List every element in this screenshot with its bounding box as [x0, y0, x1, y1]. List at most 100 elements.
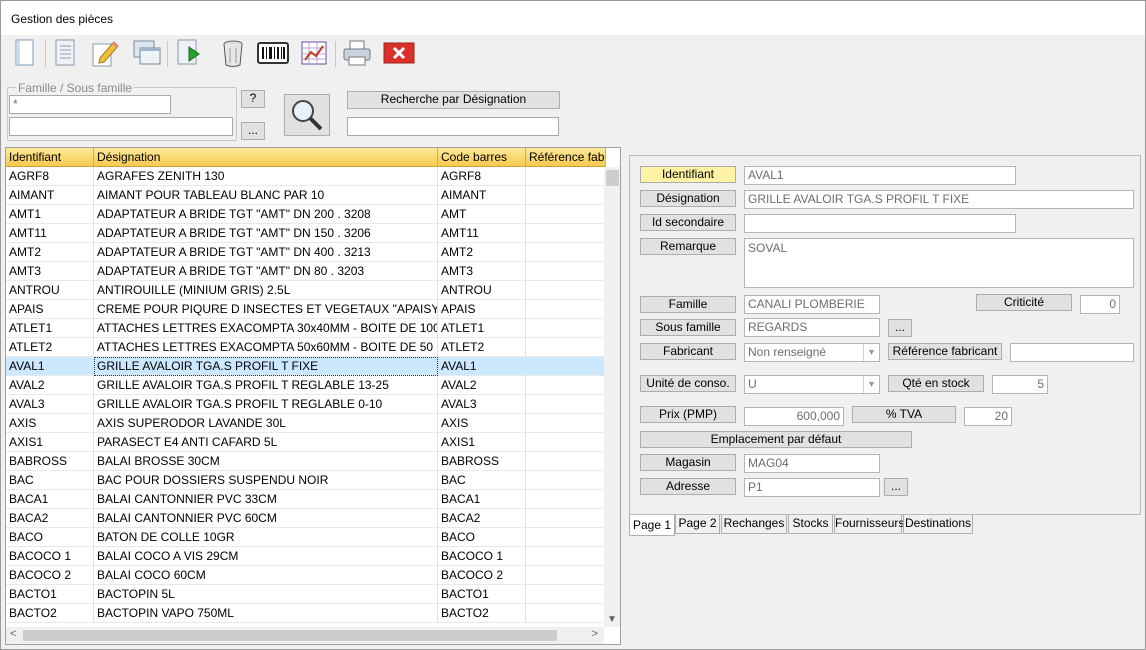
- cell-code-barres: AVAL1: [438, 357, 526, 376]
- table-row[interactable]: BABROSS BALAI BROSSE 30CM BABROSS: [6, 452, 606, 471]
- identifiant-label: Identifiant: [640, 166, 736, 183]
- cell-designation: BALAI CANTONNIER PVC 60CM: [94, 509, 438, 528]
- magasin-field[interactable]: MAG04: [744, 454, 880, 473]
- grid-edit-icon[interactable]: [299, 37, 331, 69]
- cell-designation: ATTACHES LETTRES EXACOMPTA 30x40MM - BOI…: [94, 319, 438, 338]
- cell-reference-fabricant: [526, 585, 606, 604]
- table-row[interactable]: BACTO1 BACTOPIN 5L BACTO1: [6, 585, 606, 604]
- id-secondaire-field[interactable]: [744, 214, 1016, 233]
- family-legend: Famille / Sous famille: [16, 81, 135, 95]
- table-row[interactable]: BAC BAC POUR DOSSIERS SUSPENDU NOIR BAC: [6, 471, 606, 490]
- fabricant-select[interactable]: Non renseigné ▼: [744, 343, 880, 362]
- scroll-right-icon[interactable]: >: [592, 628, 598, 640]
- new-document-icon[interactable]: [9, 37, 41, 69]
- designation-search-input[interactable]: [347, 117, 559, 136]
- tab-rechanges[interactable]: Rechanges: [721, 515, 787, 534]
- identifiant-field[interactable]: AVAL1: [744, 166, 1016, 185]
- column-header-designation[interactable]: Désignation: [94, 148, 438, 167]
- sous-famille-field[interactable]: REGARDS: [744, 318, 880, 337]
- hscroll-thumb[interactable]: [23, 630, 557, 641]
- table-row[interactable]: AXIS1 PARASECT E4 ANTI CAFARD 5L AXIS1: [6, 433, 606, 452]
- table-row[interactable]: AXIS AXIS SUPERODOR LAVANDE 30L AXIS: [6, 414, 606, 433]
- table-row[interactable]: AVAL1 GRILLE AVALOIR TGA.S PROFIL T FIXE A…: [6, 357, 606, 376]
- unite-select[interactable]: U ▼: [744, 375, 880, 394]
- table-row[interactable]: BACO BATON DE COLLE 10GR BACO: [6, 528, 606, 547]
- cell-reference-fabricant: [526, 528, 606, 547]
- family-browse-button[interactable]: ...: [241, 122, 265, 140]
- table-row[interactable]: AIMANT AIMANT POUR TABLEAU BLANC PAR 10 AI…: [6, 186, 606, 205]
- scroll-down-icon[interactable]: ▼: [607, 614, 617, 625]
- table-row[interactable]: BACOCO 2 BALAI COCO 60CM BACOCO 2: [6, 566, 606, 585]
- table-row[interactable]: APAIS CREME POUR PIQURE D INSECTES ET VEG…: [6, 300, 606, 319]
- cell-reference-fabricant: [526, 547, 606, 566]
- edit-pencil-icon[interactable]: [89, 37, 121, 69]
- designation-field[interactable]: GRILLE AVALOIR TGA.S PROFIL T FIXE: [744, 190, 1134, 209]
- cell-reference-fabricant: [526, 452, 606, 471]
- adresse-browse-button[interactable]: ...: [884, 478, 908, 496]
- search-button[interactable]: [284, 94, 330, 136]
- table-row[interactable]: BACOCO 1 BALAI COCO A VIS 29CM BACOCO 1: [6, 547, 606, 566]
- cell-identifiant: AVAL2: [6, 376, 94, 395]
- prix-field[interactable]: 600,000: [744, 407, 844, 426]
- ref-fabricant-field[interactable]: [1010, 343, 1134, 362]
- table-row[interactable]: AMT2 ADAPTATEUR A BRIDE TGT "AMT" DN 400 …: [6, 243, 606, 262]
- table-row[interactable]: AMT1 ADAPTATEUR A BRIDE TGT "AMT" DN 200 …: [6, 205, 606, 224]
- cell-identifiant: ANTROU: [6, 281, 94, 300]
- run-document-icon[interactable]: [173, 37, 205, 69]
- column-header-reference-fabricant[interactable]: Référence fabri: [526, 148, 606, 167]
- help-button[interactable]: ?: [241, 90, 265, 108]
- remarque-field[interactable]: SOVAL: [744, 238, 1134, 288]
- sous-famille-browse-button[interactable]: ...: [888, 319, 912, 337]
- chevron-down-icon[interactable]: ▼: [863, 344, 879, 361]
- vertical-scrollbar[interactable]: ▼: [604, 167, 620, 627]
- cell-reference-fabricant: [526, 471, 606, 490]
- barcode-icon[interactable]: [257, 37, 289, 69]
- scroll-thumb[interactable]: [606, 170, 619, 186]
- table-row[interactable]: AMT11 ADAPTATEUR A BRIDE TGT "AMT" DN 150…: [6, 224, 606, 243]
- cell-designation: BALAI CANTONNIER PVC 33CM: [94, 490, 438, 509]
- table-row[interactable]: BACTO2 BACTOPIN VAPO 750ML BACTO2: [6, 604, 606, 623]
- cell-identifiant: BACOCO 1: [6, 547, 94, 566]
- subfamily-input[interactable]: [9, 117, 233, 136]
- family-input[interactable]: *: [9, 95, 171, 114]
- table-row[interactable]: ANTROU ANTIROUILLE (MINIUM GRIS) 2.5L ANTR…: [6, 281, 606, 300]
- table-row[interactable]: AGRF8 AGRAFES ZENITH 130 AGRF8: [6, 167, 606, 186]
- qte-stock-field[interactable]: 5: [992, 375, 1048, 394]
- duplicate-windows-icon[interactable]: [131, 37, 163, 69]
- table-row[interactable]: BACA2 BALAI CANTONNIER PVC 60CM BACA2: [6, 509, 606, 528]
- tab-destinations[interactable]: Destinations: [903, 515, 973, 534]
- table-row[interactable]: ATLET2 ATTACHES LETTRES EXACOMPTA 50x60MM…: [6, 338, 606, 357]
- famille-field[interactable]: CANALI PLOMBERIE: [744, 295, 880, 314]
- printer-icon[interactable]: [341, 37, 373, 69]
- adresse-field[interactable]: P1: [744, 478, 880, 497]
- cell-identifiant: ATLET2: [6, 338, 94, 357]
- cell-reference-fabricant: [526, 433, 606, 452]
- close-red-icon[interactable]: [383, 37, 415, 69]
- column-header-identifiant[interactable]: Identifiant: [6, 148, 94, 167]
- cell-code-barres: AMT: [438, 205, 526, 224]
- cell-identifiant: AIMANT: [6, 186, 94, 205]
- list-document-icon[interactable]: [49, 37, 81, 69]
- table-row[interactable]: AVAL3 GRILLE AVALOIR TGA.S PROFIL T REGLA…: [6, 395, 606, 414]
- tab-fournisseurs[interactable]: Fournisseurs: [834, 515, 904, 534]
- designation-search-button[interactable]: Recherche par Désignation: [347, 91, 560, 109]
- table-body: AGRF8 AGRAFES ZENITH 130 AGRF8 AIMANT AIMANT…: [6, 167, 606, 623]
- prix-label: Prix (PMP): [640, 406, 736, 423]
- tab-page-1[interactable]: Page 1: [629, 515, 675, 536]
- trash-bin-icon[interactable]: [217, 37, 249, 69]
- cell-designation: BAC POUR DOSSIERS SUSPENDU NOIR: [94, 471, 438, 490]
- cell-reference-fabricant: [526, 509, 606, 528]
- horizontal-scrollbar[interactable]: < >: [6, 627, 604, 644]
- table-row[interactable]: ATLET1 ATTACHES LETTRES EXACOMPTA 30x40MM…: [6, 319, 606, 338]
- scroll-left-icon[interactable]: <: [10, 628, 16, 640]
- table-row[interactable]: BACA1 BALAI CANTONNIER PVC 33CM BACA1: [6, 490, 606, 509]
- cell-designation: ADAPTATEUR A BRIDE TGT "AMT" DN 80 . 320…: [94, 262, 438, 281]
- table-row[interactable]: AMT3 ADAPTATEUR A BRIDE TGT "AMT" DN 80 .…: [6, 262, 606, 281]
- column-header-code-barres[interactable]: Code barres: [438, 148, 526, 167]
- tva-field[interactable]: 20: [964, 407, 1012, 426]
- criticite-field[interactable]: 0: [1080, 295, 1120, 314]
- chevron-down-icon[interactable]: ▼: [863, 376, 879, 393]
- tab-page-2[interactable]: Page 2: [675, 515, 720, 534]
- table-row[interactable]: AVAL2 GRILLE AVALOIR TGA.S PROFIL T REGLA…: [6, 376, 606, 395]
- tab-stocks[interactable]: Stocks: [788, 515, 833, 534]
